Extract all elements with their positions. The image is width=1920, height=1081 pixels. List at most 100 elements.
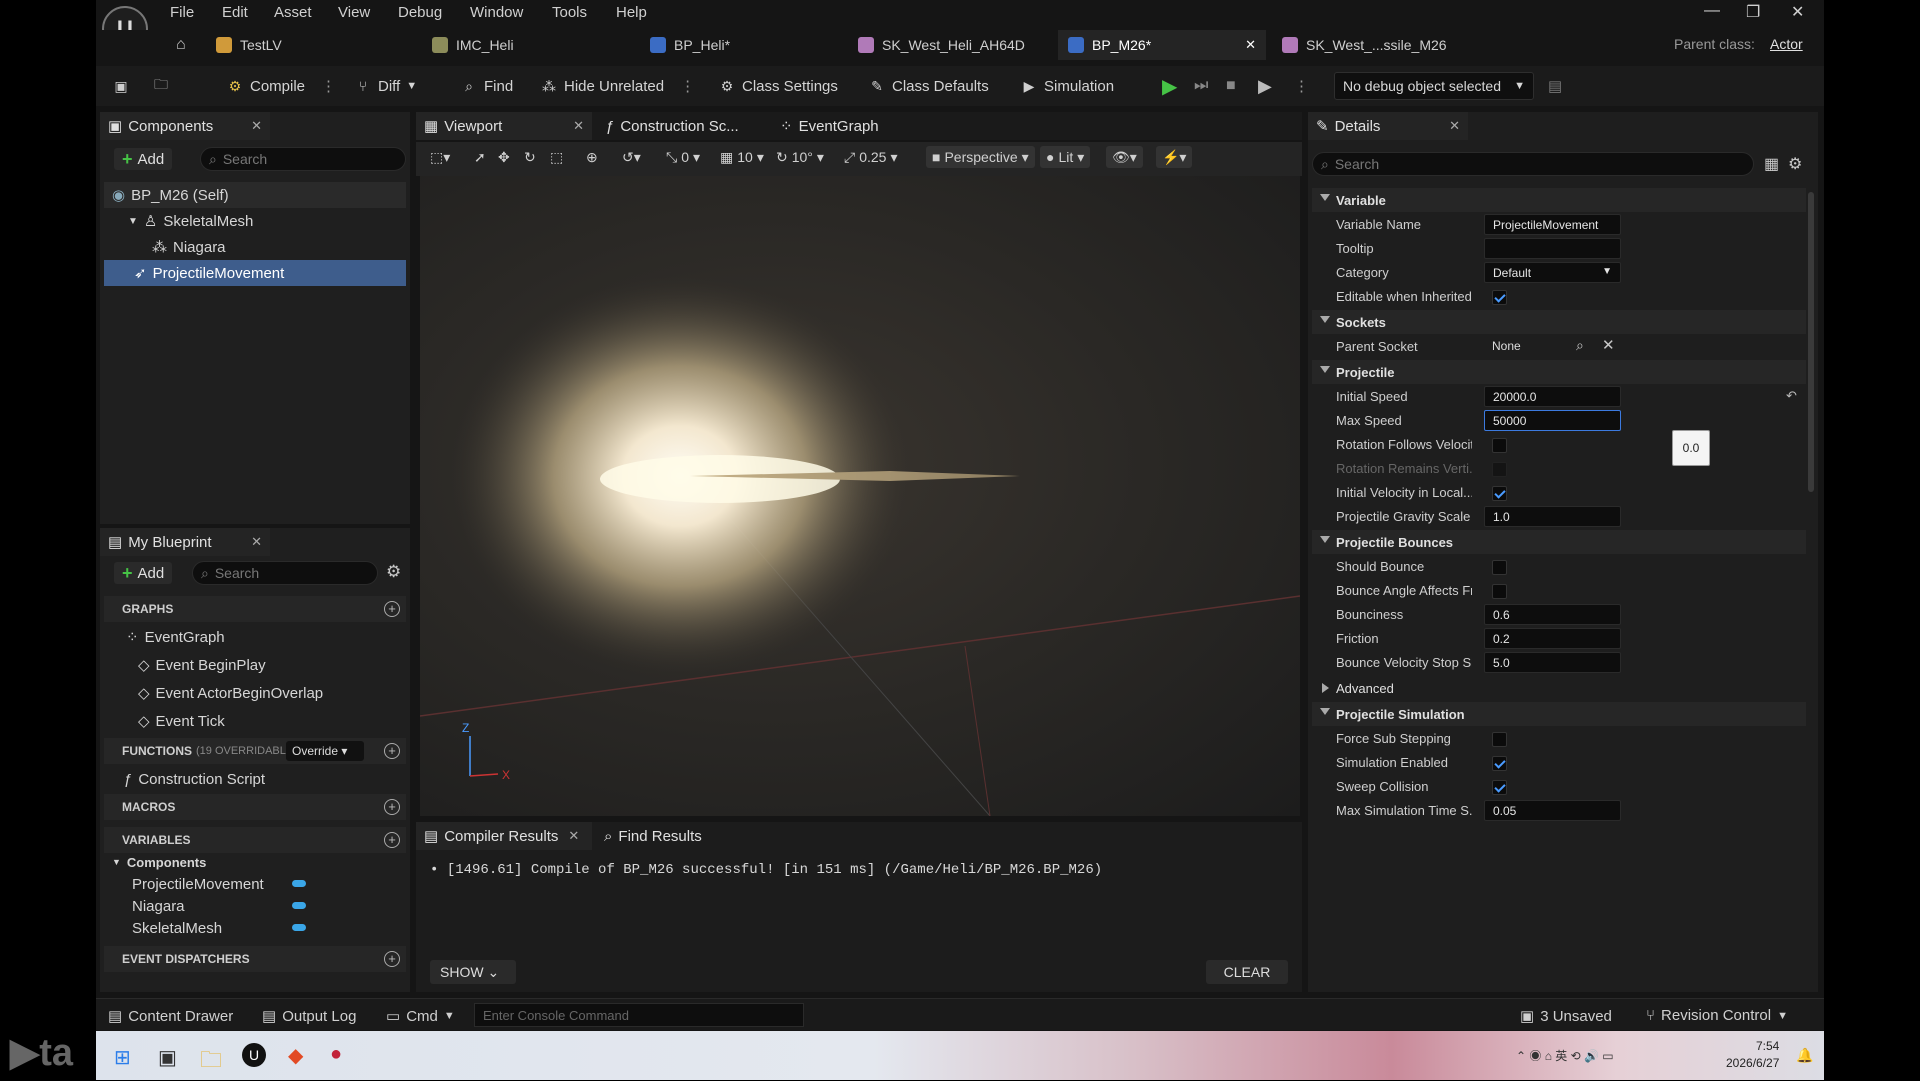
angle-snap[interactable]: ⤡ 0 ▾: [666, 146, 700, 168]
tab-bp-heli[interactable]: BP_Heli*: [640, 30, 740, 60]
scale-icon[interactable]: ⬚: [550, 146, 563, 168]
eventgraph-item[interactable]: ⁘ EventGraph: [104, 624, 225, 650]
reset-to-default-icon[interactable]: ↶: [1786, 388, 1797, 404]
bounciness-input[interactable]: 0.6: [1484, 604, 1621, 625]
class-defaults-button[interactable]: ✎ Class Defaults: [868, 74, 989, 98]
browse-icon[interactable]: 🗀: [152, 74, 170, 98]
category-projectile[interactable]: Projectile: [1312, 360, 1806, 384]
save-icon[interactable]: ▣: [112, 74, 130, 98]
compile-button[interactable]: ⚙ Compile ⋮: [226, 74, 336, 98]
hide-unrelated-button[interactable]: ⁂ Hide Unrelated ⋮: [540, 74, 695, 98]
clear-socket-icon[interactable]: ✕: [1602, 336, 1615, 354]
variable-projectilemovement[interactable]: ProjectileMovement: [104, 873, 304, 895]
rotation-snap[interactable]: ↻ 10° ▾: [776, 146, 824, 168]
close-window-icon[interactable]: ✕: [1791, 2, 1804, 22]
menu-view[interactable]: View: [338, 4, 370, 21]
tab-bp-m26[interactable]: BP_M26* ✕: [1058, 30, 1266, 60]
components-tab[interactable]: ▣ Components ✕: [100, 112, 270, 140]
show-button[interactable]: SHOW ⌄: [430, 960, 516, 984]
close-icon[interactable]: ✕: [251, 118, 262, 134]
tab-sk-west-heli[interactable]: SK_West_Heli_AH64D: [848, 30, 1035, 60]
macros-header[interactable]: MACROS: [104, 794, 406, 820]
unreal-taskbar-icon[interactable]: U: [242, 1043, 266, 1067]
add-graph-icon[interactable]: +: [384, 601, 400, 617]
home-icon[interactable]: ⌂: [176, 36, 186, 54]
variable-name-input[interactable]: ProjectileMovement: [1484, 214, 1621, 235]
menu-window[interactable]: Window: [470, 4, 523, 21]
close-icon[interactable]: ✕: [1449, 118, 1460, 134]
expand-arrow-icon[interactable]: ▼: [128, 216, 138, 227]
initial-speed-input[interactable]: 20000.0: [1484, 386, 1621, 407]
debug-browse-icon[interactable]: ▤: [1548, 74, 1562, 98]
menu-debug[interactable]: Debug: [398, 4, 442, 21]
class-settings-button[interactable]: ⚙ Class Settings: [718, 74, 838, 98]
more-options-icon[interactable]: ⋮: [680, 77, 695, 95]
content-drawer-button[interactable]: ▤ Content Drawer: [108, 1007, 233, 1026]
component-self[interactable]: ◉ BP_M26 (Self): [104, 182, 406, 208]
show-flags-icon[interactable]: 👁▾: [1106, 146, 1143, 168]
friction-input[interactable]: 0.2: [1484, 628, 1621, 649]
close-tab-icon[interactable]: ✕: [1245, 37, 1256, 53]
cmd-dropdown[interactable]: ▭ Cmd ▼: [386, 1007, 455, 1026]
start-icon[interactable]: ⊞: [114, 1045, 131, 1070]
find-button[interactable]: ⌕ Find: [460, 74, 513, 98]
clock-date[interactable]: 2026/6/27: [1726, 1056, 1779, 1070]
details-scrollbar[interactable]: [1808, 192, 1814, 492]
tab-testlv[interactable]: TestLV: [206, 30, 292, 60]
minimize-icon[interactable]: —: [1704, 2, 1720, 20]
lit-dropdown[interactable]: ● Lit ▾: [1040, 146, 1091, 168]
parent-socket-value[interactable]: None: [1492, 339, 1521, 353]
compile-options-icon[interactable]: ⋮: [321, 77, 336, 95]
debug-object-select[interactable]: No debug object selected ▼: [1334, 72, 1534, 100]
translate-icon[interactable]: ✥: [498, 146, 510, 168]
simulation-enabled-checkbox[interactable]: [1492, 756, 1507, 771]
menu-help[interactable]: Help: [616, 4, 647, 21]
tab-compiler-results[interactable]: ▤ Compiler Results ✕: [416, 822, 592, 850]
close-icon[interactable]: ✕: [568, 828, 579, 844]
my-blueprint-tab[interactable]: ▤ My Blueprint ✕: [100, 528, 270, 556]
clear-button[interactable]: CLEAR: [1206, 960, 1288, 984]
force-sub-stepping-checkbox[interactable]: [1492, 732, 1507, 747]
rotate-icon[interactable]: ↻: [524, 146, 536, 168]
table-view-icon[interactable]: ▦: [1764, 154, 1779, 174]
add-dispatcher-icon[interactable]: +: [384, 951, 400, 967]
graphs-header[interactable]: GRAPHS: [104, 596, 406, 622]
brave-icon[interactable]: ◆: [288, 1043, 303, 1068]
surface-snap-icon[interactable]: ↺▾: [622, 146, 641, 168]
add-macro-icon[interactable]: +: [384, 799, 400, 815]
variable-niagara[interactable]: Niagara: [104, 895, 304, 917]
clock-time[interactable]: 7:54: [1756, 1039, 1779, 1053]
component-projectilemovement[interactable]: ➶ ProjectileMovement: [104, 260, 406, 286]
add-member-button[interactable]: + Add: [114, 562, 173, 584]
tooltip-input[interactable]: [1484, 238, 1621, 259]
initial-velocity-local-checkbox[interactable]: [1492, 486, 1507, 501]
advanced-row[interactable]: Advanced: [1312, 676, 1806, 700]
sweep-collision-checkbox[interactable]: [1492, 780, 1507, 795]
add-variable-icon[interactable]: +: [384, 832, 400, 848]
parent-class-link[interactable]: Actor: [1770, 36, 1803, 52]
select-icon[interactable]: ➚: [474, 146, 486, 168]
bounce-angle-checkbox[interactable]: [1492, 584, 1507, 599]
viewport-options-icon[interactable]: ⚡▾: [1156, 146, 1193, 168]
revision-control-button[interactable]: ⑂ Revision Control ▼: [1646, 1007, 1788, 1024]
launch-icon[interactable]: ▶: [1258, 74, 1272, 98]
console-command-input[interactable]: Enter Console Command: [474, 1003, 804, 1027]
viewport-canvas[interactable]: Z X: [420, 176, 1300, 816]
play-options-icon[interactable]: ⋮: [1294, 74, 1309, 98]
variables-header[interactable]: VARIABLES: [104, 827, 406, 853]
components-search-input[interactable]: ⌕ Search: [200, 147, 406, 171]
gravity-scale-input[interactable]: 1.0: [1484, 506, 1621, 527]
max-sim-time-input[interactable]: 0.05: [1484, 800, 1621, 821]
tab-eventgraph[interactable]: ⁘ EventGraph: [772, 112, 912, 140]
output-log-button[interactable]: ▤ Output Log: [262, 1007, 356, 1026]
variable-skeletalmesh[interactable]: SkeletalMesh: [104, 917, 304, 939]
stop-icon[interactable]: ■: [1226, 74, 1236, 98]
override-dropdown[interactable]: Override ▾: [286, 741, 364, 761]
step-icon[interactable]: ⏭: [1194, 74, 1208, 98]
close-icon[interactable]: ✕: [251, 534, 262, 550]
rotation-follows-checkbox[interactable]: [1492, 438, 1507, 453]
notification-icon[interactable]: 🔔: [1796, 1047, 1813, 1064]
menu-edit[interactable]: Edit: [222, 4, 248, 21]
scale-snap[interactable]: ⤢ 0.25 ▾: [844, 146, 897, 168]
task-view-icon[interactable]: ▣: [158, 1045, 177, 1070]
